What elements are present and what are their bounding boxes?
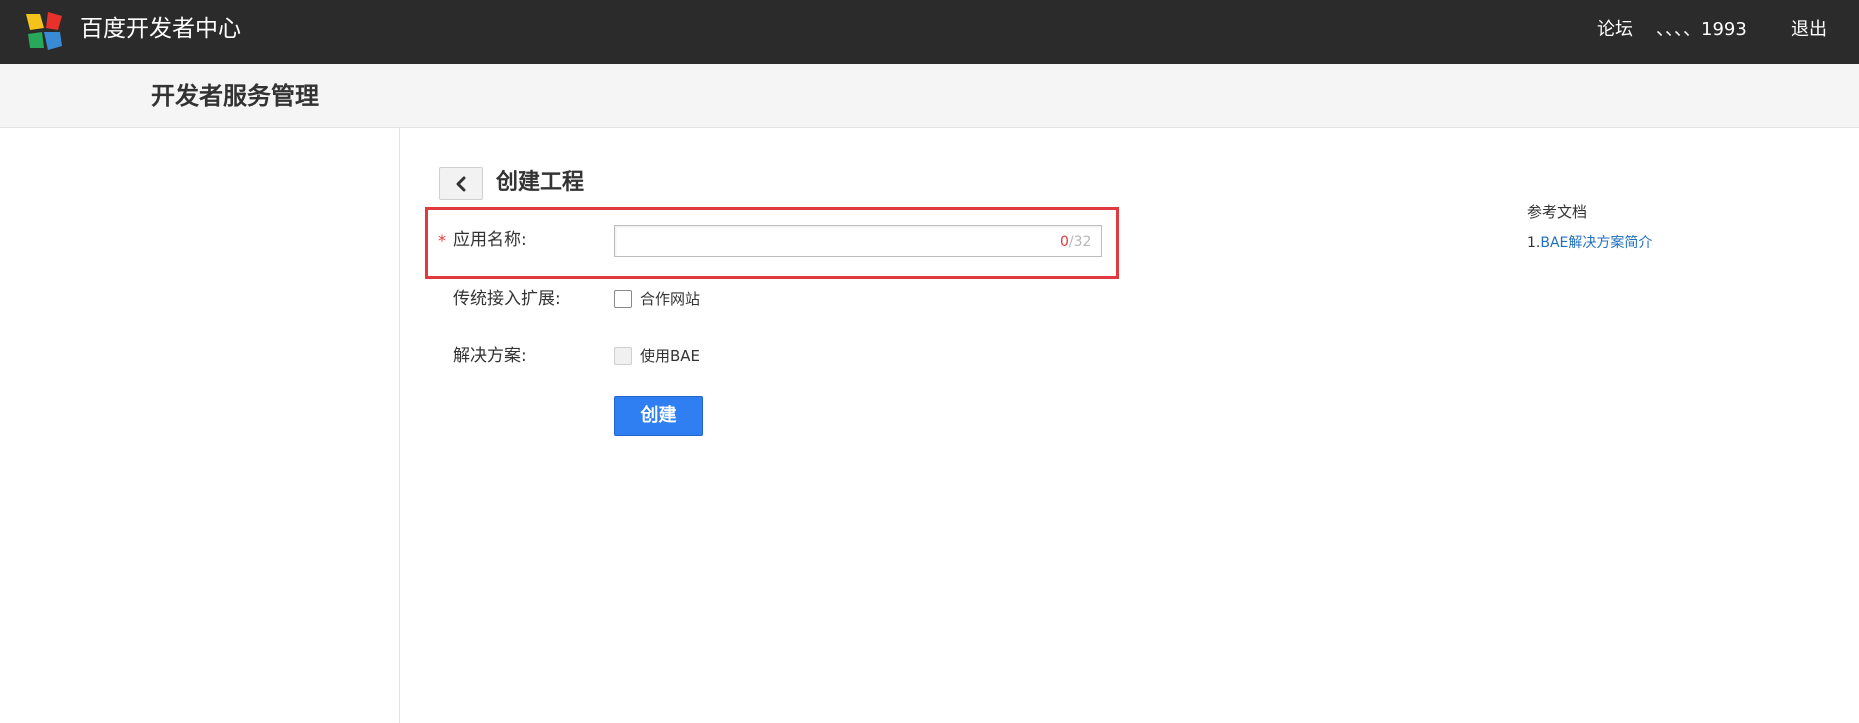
page-section-title: 开发者服务管理: [151, 82, 319, 110]
extension-label: 传统接入扩展:: [453, 289, 561, 309]
sub-header: 开发者服务管理: [0, 64, 1859, 128]
chevron-left-icon: [456, 176, 466, 192]
reference-doc-link-bae-intro[interactable]: BAE解决方案简介: [1540, 235, 1652, 251]
reference-doc-index: 1.: [1527, 235, 1541, 251]
page-title: 创建工程: [496, 170, 585, 195]
partner-site-checkbox-label[interactable]: 合作网站: [640, 289, 700, 309]
nav-logout-link[interactable]: 退出: [1791, 18, 1827, 42]
reference-doc-item: 1.BAE解决方案简介: [1527, 233, 1652, 253]
brand-title[interactable]: 百度开发者中心: [80, 14, 241, 44]
solution-label: 解决方案:: [453, 346, 527, 366]
char-counter-current: 0: [1060, 234, 1069, 250]
create-button[interactable]: 创建: [614, 396, 703, 436]
app-name-label: 应用名称:: [453, 230, 527, 250]
sidebar: [0, 128, 400, 723]
nav-forum-link[interactable]: 论坛: [1597, 18, 1633, 42]
use-bae-checkbox-label: 使用BAE: [640, 347, 701, 365]
required-marker: *: [438, 231, 446, 250]
reference-docs-title: 参考文档: [1527, 203, 1588, 221]
back-button[interactable]: [439, 167, 483, 200]
nav-username-link[interactable]: 、、、、1993: [1656, 18, 1747, 42]
app-name-input[interactable]: [614, 225, 1102, 257]
baidu-developer-logo-icon[interactable]: [22, 10, 66, 52]
use-bae-checkbox: [614, 347, 632, 365]
partner-site-checkbox[interactable]: [614, 290, 632, 308]
char-counter-max: /32: [1068, 234, 1092, 250]
top-bar: 百度开发者中心 论坛 、、、、1993 退出: [0, 0, 1859, 64]
char-counter: 0/32: [1060, 233, 1091, 251]
